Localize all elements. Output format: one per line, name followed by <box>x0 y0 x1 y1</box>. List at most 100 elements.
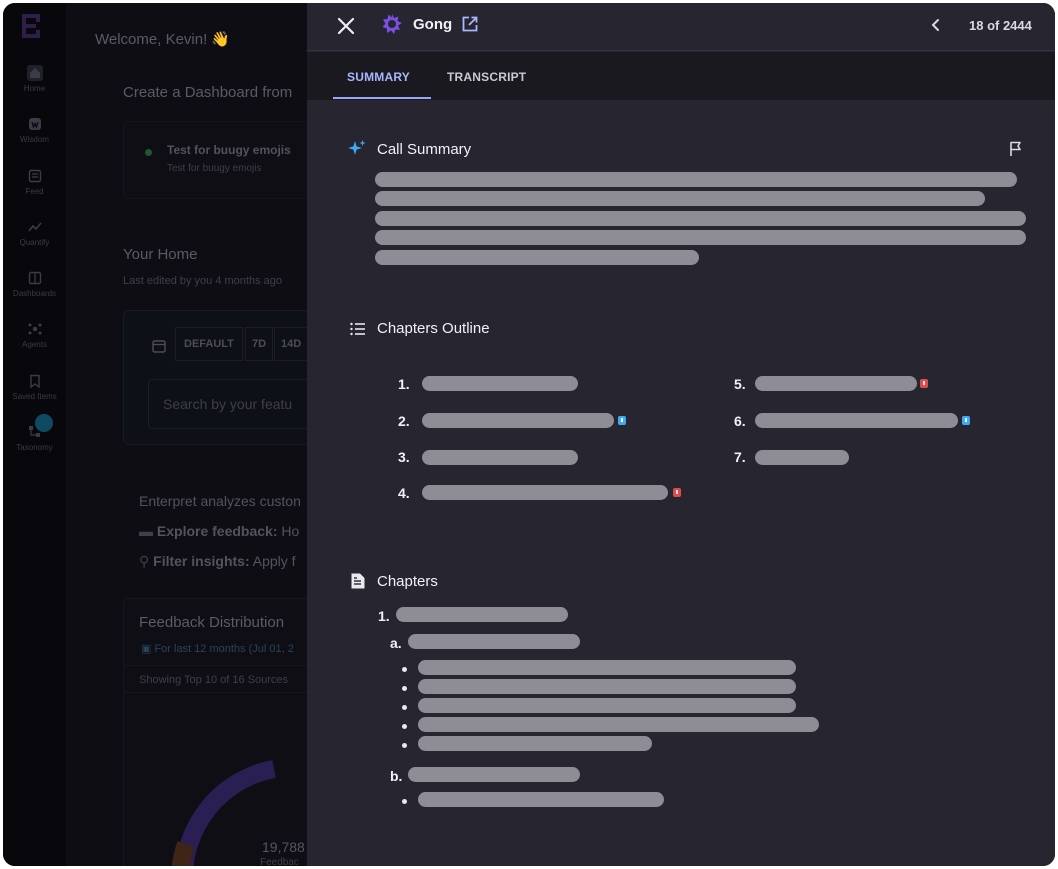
call-summary-title: Call Summary <box>377 141 472 158</box>
chapter-sub-letter: a. <box>390 635 402 651</box>
question-flag-icon <box>618 416 626 425</box>
wisdom-icon <box>28 118 41 130</box>
filter-rest: Apply f <box>252 553 296 569</box>
bullet-dot <box>402 705 407 710</box>
showing-text: Showing Top 10 of 16 Sources <box>139 674 289 686</box>
sidebar-item-agents[interactable]: Agents <box>3 321 66 349</box>
drawer-tabs: SUMMARY TRANSCRIPT <box>307 52 1055 100</box>
sidebar-item-dashboards[interactable]: Dashboards <box>3 270 66 298</box>
home-filter-card: DEFAULT 7D 14D Search by your featu <box>123 310 338 445</box>
outline-item-5[interactable] <box>755 376 917 391</box>
gong-logo-icon <box>382 14 402 34</box>
notification-badge[interactable] <box>35 414 53 432</box>
donut-label: Feedbac <box>260 857 299 866</box>
sidebar-item-feed[interactable]: Feed <box>3 168 66 196</box>
outline-item-7[interactable] <box>755 450 849 465</box>
background-page: Welcome, Kevin! 👋 Create a Dashboard fro… <box>66 3 338 866</box>
outline-number: 1. <box>398 376 410 392</box>
outline-number: 3. <box>398 449 410 465</box>
bullet-dot <box>402 799 407 804</box>
redacted-text-line <box>418 679 796 694</box>
outline-item-3[interactable] <box>422 450 578 465</box>
alert-flag-icon <box>920 379 928 388</box>
redacted-text-line <box>418 660 796 675</box>
tab-transcript[interactable]: TRANSCRIPT <box>447 70 526 84</box>
chapter-number: 1. <box>378 608 390 624</box>
sparkle-icon <box>348 140 366 155</box>
feed-icon <box>28 169 41 183</box>
sidebar-item-home[interactable]: Home <box>3 65 66 93</box>
green-dot-icon <box>145 149 152 156</box>
sidebar-item-label: Saved Items <box>12 392 57 401</box>
call-detail-drawer: Gong 18 of 2444 SUMMARY TRANSCRIPT Call … <box>307 3 1055 866</box>
range-14d-button[interactable]: 14D <box>274 327 309 361</box>
sidebar-item-saved-items[interactable]: Saved Items <box>3 373 66 401</box>
chapter-sub-letter: b. <box>390 768 403 784</box>
sidebar-item-label: Home <box>23 84 46 93</box>
bullet-dot <box>402 686 407 691</box>
outline-number: 2. <box>398 413 410 429</box>
chevron-left-icon[interactable] <box>927 16 945 34</box>
dashboard-template-card[interactable]: Test for buugy emojis Test for buugy emo… <box>123 121 323 199</box>
sidebar-item-label: Quantify <box>19 238 50 247</box>
chapter-sub-title-line <box>408 634 580 649</box>
calendar-icon <box>152 340 166 353</box>
feedback-distribution-card: Feedback Distribution ▣ For last 12 mont… <box>123 598 324 866</box>
close-icon[interactable] <box>335 15 357 37</box>
external-link-icon[interactable] <box>461 15 479 33</box>
chapter-sub-title-line <box>408 767 580 782</box>
analyzes-text: Enterpret analyzes custon <box>139 493 301 509</box>
flag-icon[interactable] <box>1007 140 1025 158</box>
welcome-text: Welcome, Kevin! 👋 <box>95 31 231 48</box>
sidebar-item-taxonomy[interactable]: Taxonomy <box>3 424 66 452</box>
redacted-text-line <box>375 191 985 206</box>
redacted-text-line <box>418 736 652 751</box>
your-home-title: Your Home <box>123 246 198 263</box>
dashboards-icon <box>28 271 41 285</box>
active-tab-indicator <box>333 97 431 99</box>
sidebar: Home Wisdom Feed Quantify Dashboards Age… <box>3 3 66 866</box>
record-counter: 18 of 2444 <box>969 18 1032 33</box>
redacted-text-line <box>375 172 1017 187</box>
outline-number: 7. <box>734 449 746 465</box>
sidebar-item-wisdom[interactable]: Wisdom <box>3 116 66 144</box>
list-icon <box>350 322 365 336</box>
redacted-text-line <box>375 211 1026 226</box>
app-logo-icon <box>22 14 40 38</box>
outline-number: 6. <box>734 413 746 429</box>
redacted-text-line <box>418 792 664 807</box>
create-dashboard-text: Create a Dashboard from <box>123 84 293 101</box>
last-edited-text: Last edited by you 4 months ago <box>123 275 282 287</box>
redacted-text-line <box>375 230 1026 245</box>
range-default-button[interactable]: DEFAULT <box>175 327 243 361</box>
filter-label: Filter insights: <box>153 553 250 569</box>
tab-summary[interactable]: SUMMARY <box>347 70 410 84</box>
sources-row: Showing Top 10 of 16 Sources <box>124 665 324 693</box>
feedback-distribution-title: Feedback Distribution <box>139 614 285 631</box>
sidebar-item-label: Agents <box>22 340 47 349</box>
outline-item-1[interactable] <box>422 376 578 391</box>
chapters-outline-title: Chapters Outline <box>377 320 490 337</box>
explore-line: ▬ Explore feedback: Ho <box>139 523 299 539</box>
sidebar-item-label: Wisdom <box>20 135 49 144</box>
filter-line: ⚲ Filter insights: Apply f <box>139 553 296 570</box>
alert-flag-icon <box>673 488 681 497</box>
outline-item-4[interactable] <box>422 485 668 500</box>
template-subtitle: Test for buugy emojis <box>167 163 262 174</box>
redacted-text-line <box>375 250 699 265</box>
chapter-title-line <box>396 607 568 622</box>
source-title: Gong <box>413 16 453 33</box>
agents-icon <box>28 323 41 335</box>
outline-number: 4. <box>398 485 410 501</box>
bullet-dot <box>402 724 407 729</box>
explore-label: Explore feedback: <box>156 523 278 539</box>
range-7d-button[interactable]: 7D <box>245 327 274 361</box>
date-range-text: ▣ For last 12 months (Jul 01, 2 <box>141 643 294 655</box>
outline-item-6[interactable] <box>755 413 958 428</box>
sidebar-item-quantify[interactable]: Quantify <box>3 219 66 247</box>
outline-item-2[interactable] <box>422 413 614 428</box>
bullet-dot <box>402 667 407 672</box>
explore-rest: Ho <box>281 523 300 539</box>
outline-number: 5. <box>734 376 746 392</box>
sidebar-item-label: Taxonomy <box>16 443 53 452</box>
